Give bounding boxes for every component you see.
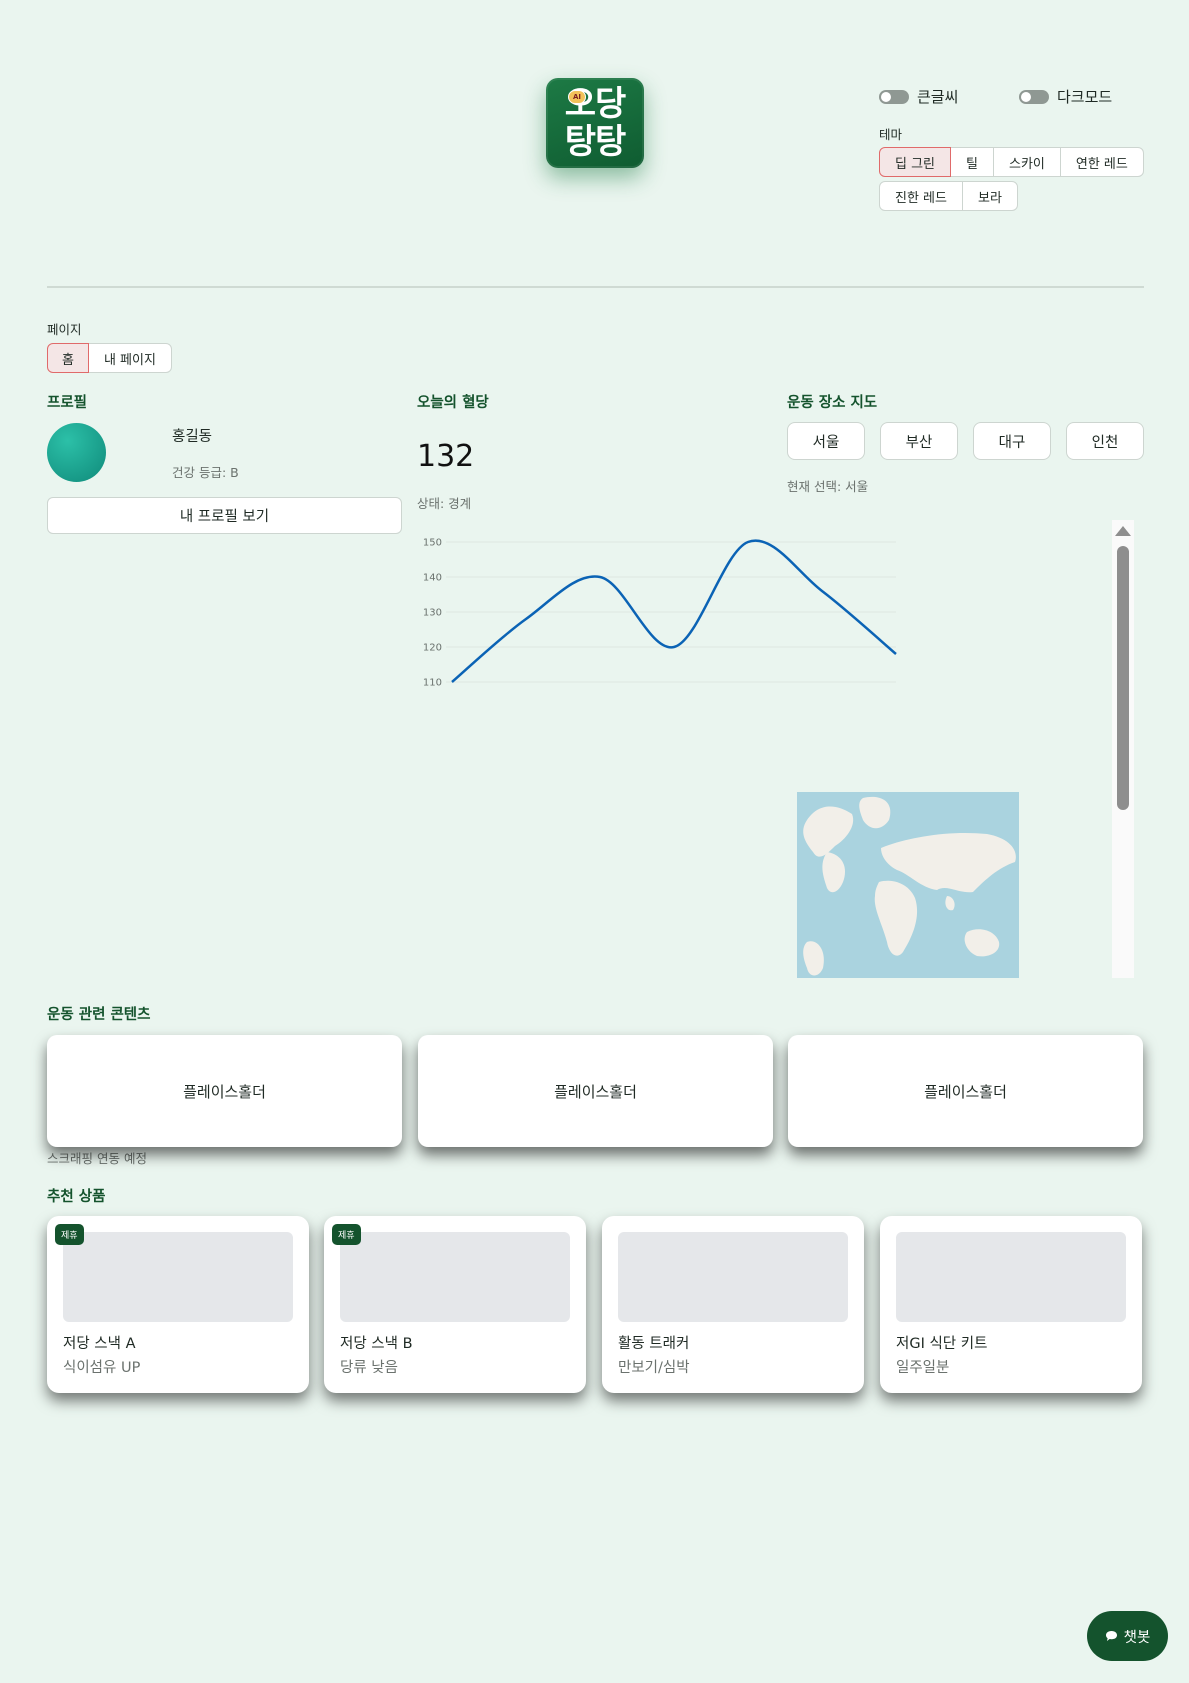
theme-option-light-red[interactable]: 연한 레드 xyxy=(1059,147,1144,177)
product-card[interactable]: 활동 트래커 만보기/심박 xyxy=(602,1216,864,1393)
product-image xyxy=(618,1232,848,1322)
y-tick-label: 150 xyxy=(423,538,442,549)
city-button-busan[interactable]: 부산 xyxy=(880,422,958,460)
product-name: 저GI 식단 키트 xyxy=(896,1336,988,1352)
city-button-incheon[interactable]: 인천 xyxy=(1066,422,1144,460)
toggle-switch-icon[interactable] xyxy=(879,89,909,104)
health-grade: 건강 등급: B xyxy=(172,465,239,480)
product-card[interactable]: 제휴 저당 스낵 B 당류 낮음 xyxy=(324,1216,586,1393)
logo-line-2: 탕탕 xyxy=(564,122,627,162)
dark-mode-label: 다크모드 xyxy=(1057,88,1113,106)
map-title: 운동 장소 지도 xyxy=(787,395,878,411)
scrollbar-thumb[interactable] xyxy=(1117,546,1129,810)
city-button-daegu[interactable]: 대구 xyxy=(973,422,1051,460)
product-card[interactable]: 저GI 식단 키트 일주일분 xyxy=(880,1216,1142,1393)
theme-option-teal[interactable]: 틸 xyxy=(950,147,994,177)
product-desc: 식이섬유 UP xyxy=(63,1360,141,1376)
product-name: 저당 스낵 A xyxy=(63,1336,136,1352)
logo-badge: AI xyxy=(568,90,586,104)
view-profile-button[interactable]: 내 프로필 보기 xyxy=(47,497,402,534)
glucose-series-line xyxy=(451,539,897,683)
theme-option-deep-green[interactable]: 딥 그린 xyxy=(879,147,952,177)
world-map-image xyxy=(803,796,1016,976)
content-card[interactable]: 플레이스홀더 xyxy=(418,1035,773,1147)
chatbot-button[interactable]: 챗봇 xyxy=(1087,1611,1168,1661)
partner-badge: 제휴 xyxy=(55,1224,84,1245)
y-tick-label: 110 xyxy=(423,678,442,689)
page-tab-home[interactable]: 홈 xyxy=(47,343,89,373)
header-divider xyxy=(47,286,1144,288)
scroll-up-arrow-icon[interactable] xyxy=(1115,526,1131,536)
product-name: 저당 스낵 B xyxy=(340,1336,413,1352)
product-image xyxy=(896,1232,1126,1322)
product-image xyxy=(340,1232,570,1322)
city-button-seoul[interactable]: 서울 xyxy=(787,422,865,460)
glucose-value: 132 xyxy=(417,439,475,474)
contents-note: 스크래핑 연동 예정 xyxy=(47,1151,147,1166)
avatar xyxy=(47,423,106,482)
page-nav: 홈 내 페이지 xyxy=(47,343,172,373)
speech-bubble-icon xyxy=(1105,1631,1117,1641)
theme-option-sky[interactable]: 스카이 xyxy=(992,147,1061,177)
dark-mode-toggle[interactable]: 다크모드 xyxy=(1019,86,1112,107)
content-card[interactable]: 플레이스홀더 xyxy=(47,1035,402,1147)
product-desc: 당류 낮음 xyxy=(340,1360,398,1376)
y-tick-label: 130 xyxy=(423,608,442,619)
product-image xyxy=(63,1232,293,1322)
large-text-label: 큰글씨 xyxy=(917,88,959,106)
chatbot-label: 챗봇 xyxy=(1123,1629,1151,1646)
glucose-line-chart: 110 120 130 140 150 xyxy=(423,538,897,689)
content-card[interactable]: 플레이스홀더 xyxy=(788,1035,1143,1147)
product-desc: 일주일분 xyxy=(896,1360,950,1376)
partner-badge: 제휴 xyxy=(332,1224,361,1245)
y-tick-label: 120 xyxy=(423,643,442,654)
theme-row-2: 진한 레드 보라 xyxy=(879,181,1018,211)
app-logo: AI 오당 탕탕 xyxy=(546,78,644,168)
glucose-status: 상태: 경계 xyxy=(417,496,472,511)
theme-row-1: 딥 그린 틸 스카이 연한 레드 xyxy=(879,147,1144,177)
profile-title: 프로필 xyxy=(47,395,88,411)
page-tab-my-page[interactable]: 내 페이지 xyxy=(87,343,172,373)
product-name: 활동 트래커 xyxy=(618,1336,690,1352)
profile-name: 홍길동 xyxy=(172,429,213,445)
toggle-switch-icon[interactable] xyxy=(1019,89,1049,104)
glucose-title: 오늘의 혈당 xyxy=(417,395,489,411)
contents-title: 운동 관련 콘텐츠 xyxy=(47,1007,151,1023)
product-card[interactable]: 제휴 저당 스낵 A 식이섬유 UP xyxy=(47,1216,309,1393)
products-title: 추천 상품 xyxy=(47,1189,106,1205)
large-text-toggle[interactable]: 큰글씨 xyxy=(879,86,958,107)
page-nav-label: 페이지 xyxy=(47,322,82,337)
theme-option-purple[interactable]: 보라 xyxy=(961,181,1018,211)
theme-option-dark-red[interactable]: 진한 레드 xyxy=(879,181,963,211)
world-map[interactable] xyxy=(797,792,1019,978)
y-tick-label: 140 xyxy=(423,573,442,584)
product-desc: 만보기/심박 xyxy=(618,1360,690,1376)
current-city: 현재 선택: 서울 xyxy=(787,479,869,494)
theme-label: 테마 xyxy=(879,127,903,142)
